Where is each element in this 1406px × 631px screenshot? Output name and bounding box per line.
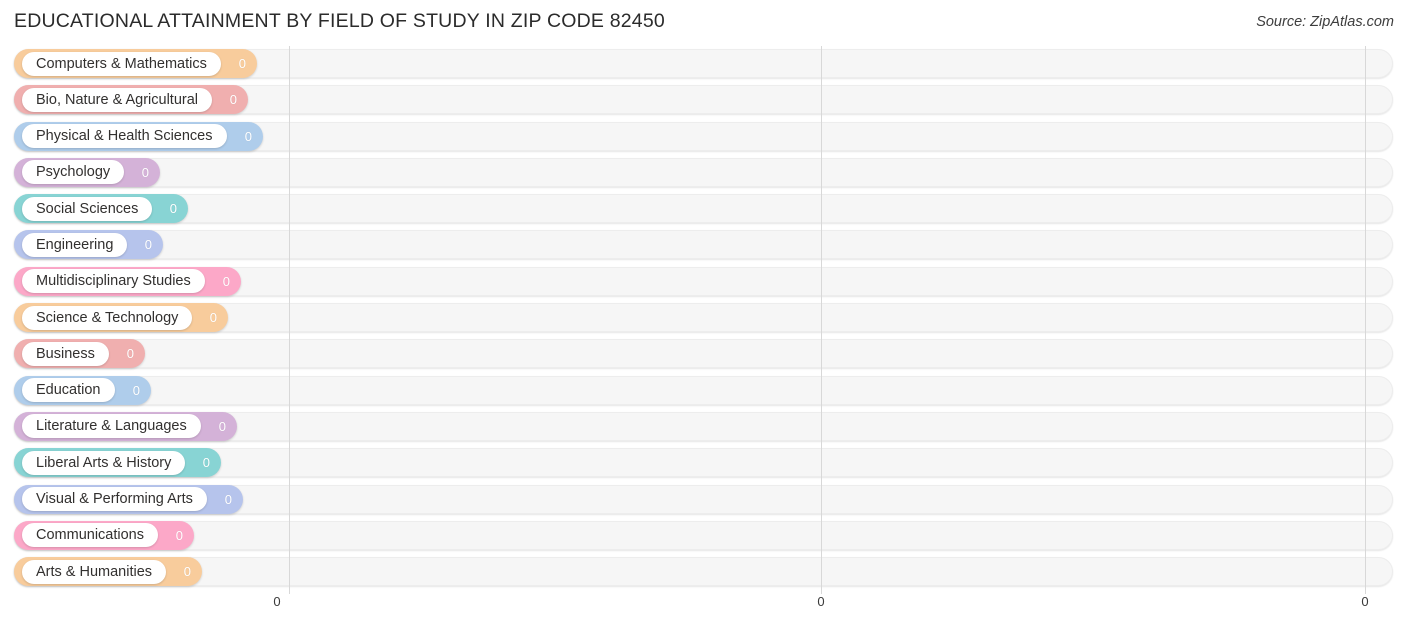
category-label: Education: [22, 378, 115, 403]
bar-row: 0 Computers & Mathematics: [0, 46, 1406, 82]
bar-row: 0 Arts & Humanities: [0, 554, 1406, 590]
chart-header: EDUCATIONAL ATTAINMENT BY FIELD OF STUDY…: [0, 0, 1406, 42]
bar-value-label: 0: [175, 527, 183, 543]
bar-track: [14, 557, 1393, 587]
category-label: Social Sciences: [22, 196, 153, 221]
category-label: Science & Technology: [22, 305, 193, 330]
category-label: Literature & Languages: [22, 414, 201, 439]
x-axis: 0 0 0: [0, 594, 1406, 618]
bar-track: [14, 230, 1393, 260]
bar-track: [14, 157, 1393, 187]
x-axis-tick: 0: [273, 594, 281, 609]
bar-value-label: 0: [229, 92, 237, 108]
bar-rows: 0 Computers & Mathematics 0 Bio, Nature & A…: [0, 46, 1406, 590]
source-attribution: Source: ZipAtlas.com: [1256, 14, 1394, 30]
bar-row: 0 Multidisciplinary Studies: [0, 264, 1406, 300]
bar-row: 0 Education: [0, 373, 1406, 409]
bar-row: 0 Bio, Nature & Agricultural: [0, 82, 1406, 118]
bar-row: 0 Engineering: [0, 227, 1406, 263]
bar-value-label: 0: [141, 164, 149, 180]
bar-track: [14, 194, 1393, 224]
x-axis-tick: 0: [1361, 594, 1369, 609]
bar-row: 0 Liberal Arts & History: [0, 445, 1406, 481]
bar-track: [14, 520, 1393, 550]
category-label: Physical & Health Sciences: [22, 124, 227, 149]
category-label: Liberal Arts & History: [22, 450, 186, 475]
bar-row: 0 Literature & Languages: [0, 409, 1406, 445]
category-label: Psychology: [22, 160, 125, 185]
category-label: Arts & Humanities: [22, 559, 167, 584]
page-title: EDUCATIONAL ATTAINMENT BY FIELD OF STUDY…: [14, 10, 665, 32]
bar-value-label: 0: [202, 455, 210, 471]
bar-value-label: 0: [224, 491, 232, 507]
chart-plot-area: 0 Computers & Mathematics 0 Bio, Nature & A…: [0, 46, 1406, 594]
category-label: Multidisciplinary Studies: [22, 269, 205, 294]
bar-track: [14, 339, 1393, 369]
bar-value-label: 0: [244, 128, 252, 144]
category-label: Communications: [22, 523, 158, 548]
bar-value-label: 0: [126, 346, 134, 362]
bar-row: 0 Visual & Performing Arts: [0, 482, 1406, 518]
bar-value-label: 0: [132, 382, 140, 398]
x-axis-tick: 0: [817, 594, 825, 609]
bar-value-label: 0: [144, 237, 152, 253]
bar-value-label: 0: [169, 201, 177, 217]
bar-row: 0 Psychology: [0, 155, 1406, 191]
bar-row: 0 Communications: [0, 518, 1406, 554]
bar-value-label: 0: [218, 418, 226, 434]
bar-value-label: 0: [222, 273, 230, 289]
category-label: Engineering: [22, 232, 128, 257]
bar-row: 0 Physical & Health Sciences: [0, 119, 1406, 155]
bar-row: 0 Business: [0, 336, 1406, 372]
bar-row: 0 Social Sciences: [0, 191, 1406, 227]
bar-track: [14, 375, 1393, 405]
category-label: Bio, Nature & Agricultural: [22, 87, 212, 112]
category-label: Visual & Performing Arts: [22, 487, 207, 512]
bar-value-label: 0: [238, 56, 246, 71]
category-label: Business: [22, 341, 109, 366]
bar-row: 0 Science & Technology: [0, 300, 1406, 336]
category-label: Computers & Mathematics: [22, 51, 221, 76]
bar-value-label: 0: [209, 310, 217, 326]
bar-value-label: 0: [183, 564, 191, 580]
